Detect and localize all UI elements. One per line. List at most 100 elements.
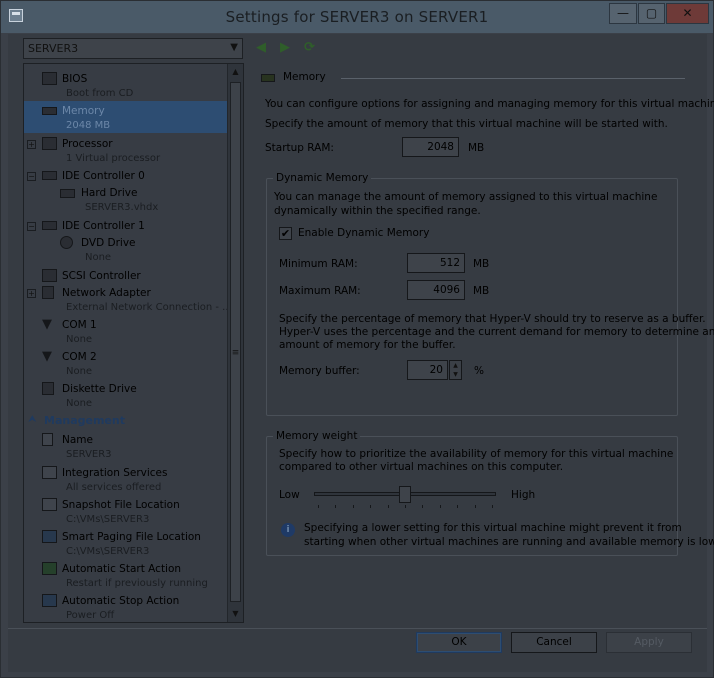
back-arrow-icon[interactable]: ◀	[256, 40, 266, 55]
cancel-button[interactable]: Cancel	[511, 632, 597, 653]
memory-weight-slider-thumb[interactable]	[399, 486, 411, 503]
network-adapter-icon	[42, 286, 54, 299]
tree-item-label: SCSI Controller	[62, 270, 141, 282]
maximum-ram-input[interactable]: 4096	[407, 280, 465, 300]
minimize-button[interactable]: —	[609, 3, 637, 24]
memory-buffer-unit: %	[474, 365, 484, 377]
title-bar[interactable]: Settings for SERVER3 on SERVER1 — ▢ ✕	[1, 1, 713, 33]
tree-item-ide1[interactable]: − IDE Controller 1	[24, 216, 228, 234]
expand-icon[interactable]: +	[27, 289, 36, 298]
maximize-button[interactable]: ▢	[638, 3, 665, 24]
tree-item-memory[interactable]: Memory 2048 MB	[24, 101, 228, 133]
tree-item-com2[interactable]: ▼ COM 2 None	[24, 347, 228, 379]
tree-item-label: Smart Paging File Location	[62, 531, 201, 543]
tree-item-label: COM 1	[62, 319, 97, 331]
tree-item-label: DVD Drive	[81, 237, 136, 249]
scroll-up-arrow-icon[interactable]: ▲	[228, 64, 243, 80]
spin-up-icon[interactable]: ▲	[450, 361, 461, 370]
tree-item-label: Network Adapter	[62, 287, 151, 299]
minimum-ram-input[interactable]: 512	[407, 253, 465, 273]
slider-tick	[318, 505, 319, 508]
tree-item-hard-drive[interactable]: Hard Drive SERVER3.vhdx	[24, 183, 228, 215]
memory-icon	[42, 107, 57, 115]
collapse-icon[interactable]: −	[27, 222, 36, 231]
refresh-icon[interactable]: ⟳	[304, 40, 315, 55]
slider-tick	[370, 505, 372, 508]
forward-arrow-icon[interactable]: ▶	[280, 40, 290, 55]
memory-intro-text: You can configure options for assigning …	[265, 98, 714, 110]
memory-settings-pane: Memory You can configure options for ass…	[255, 68, 714, 623]
dynamic-memory-group: Dynamic Memory You can manage the amount…	[266, 172, 714, 416]
ok-button[interactable]: OK	[416, 632, 502, 653]
maximum-ram-label: Maximum RAM:	[279, 285, 361, 297]
tree-item-sub: 1 Virtual processor	[66, 153, 161, 164]
tree-item-automatic-stop[interactable]: Automatic Stop Action Power Off	[24, 591, 228, 622]
tree-item-sub: SERVER3	[66, 449, 112, 460]
close-button[interactable]: ✕	[666, 3, 709, 24]
enable-dynamic-memory-label[interactable]: Enable Dynamic Memory	[298, 227, 429, 239]
tree-item-automatic-start[interactable]: Automatic Start Action Restart if previo…	[24, 559, 228, 591]
info-icon: i	[281, 523, 295, 537]
processor-icon	[42, 137, 57, 150]
diskette-icon	[42, 382, 54, 395]
tree-item-label: IDE Controller 0	[62, 170, 145, 182]
memory-buffer-spinner[interactable]: ▲ ▼	[449, 360, 462, 380]
tree-item-diskette[interactable]: Diskette Drive None	[24, 379, 228, 411]
snapshot-folder-icon	[42, 498, 57, 511]
dvd-drive-icon	[60, 236, 73, 249]
management-header-label: Management	[44, 414, 125, 427]
tree-item-dvd-drive[interactable]: DVD Drive None	[24, 233, 228, 265]
minimum-ram-label: Minimum RAM:	[279, 258, 358, 270]
memory-weight-high-label: High	[511, 489, 536, 501]
memory-section-header: Memory	[261, 71, 685, 85]
tree-item-name[interactable]: Name SERVER3	[24, 430, 228, 462]
hard-drive-icon	[60, 189, 75, 198]
com-port-icon: ▼	[42, 317, 52, 332]
tree-item-integration-services[interactable]: Integration Services All services offere…	[24, 463, 228, 495]
startup-ram-input[interactable]: 2048	[402, 137, 459, 157]
memory-header-label: Memory	[283, 71, 326, 83]
tree-item-label: Name	[62, 434, 93, 446]
maximum-ram-unit: MB	[473, 285, 490, 297]
tree-scrollbar[interactable]: ▲ ≡ ▼	[227, 64, 243, 622]
tree-item-scsi[interactable]: SCSI Controller	[24, 266, 228, 284]
management-section-header[interactable]: ⮝ Management	[24, 413, 228, 428]
scroll-down-arrow-icon[interactable]: ▼	[228, 606, 243, 622]
tree-item-sub: Power Off	[66, 610, 115, 621]
dynamic-memory-desc-2: dynamically within the specified range.	[274, 205, 481, 217]
tree-item-label: Memory	[62, 105, 105, 117]
scrollbar-thumb[interactable]	[230, 82, 241, 602]
memory-buffer-input[interactable]: 20	[407, 360, 448, 380]
double-chevron-up-icon: ⮝	[28, 414, 37, 425]
tree-item-processor[interactable]: + Processor 1 Virtual processor	[24, 134, 228, 166]
com-port-icon: ▼	[42, 349, 52, 364]
slider-tick	[405, 505, 406, 508]
tree-item-smart-paging-location[interactable]: Smart Paging File Location C:\VMs\SERVER…	[24, 527, 228, 559]
chevron-down-icon: ▼	[230, 42, 238, 53]
spin-down-icon[interactable]: ▼	[450, 370, 461, 379]
dynamic-memory-title: Dynamic Memory	[273, 172, 372, 184]
tree-item-network-adapter[interactable]: + Network Adapter External Network Conne…	[24, 283, 232, 315]
collapse-icon[interactable]: −	[27, 172, 36, 181]
memory-buffer-label: Memory buffer:	[279, 365, 360, 377]
integration-services-icon	[42, 466, 57, 479]
slider-tick	[387, 505, 389, 508]
memory-buffer-desc-2: Hyper-V uses the percentage and the curr…	[279, 326, 714, 338]
tree-item-bios[interactable]: BIOS Boot from CD	[24, 69, 228, 101]
enable-dynamic-memory-checkbox[interactable]: ✔	[279, 227, 292, 240]
settings-window: Settings for SERVER3 on SERVER1 — ▢ ✕ SE…	[0, 0, 714, 678]
tree-item-label: Snapshot File Location	[62, 499, 180, 511]
tree-item-label: Hard Drive	[81, 187, 138, 199]
tree-item-com1[interactable]: ▼ COM 1 None	[24, 315, 228, 347]
expand-icon[interactable]: +	[27, 140, 36, 149]
memory-buffer-desc-3: amount of memory for the buffer.	[279, 339, 456, 351]
automatic-stop-icon	[42, 594, 57, 607]
apply-button[interactable]: Apply	[606, 632, 692, 653]
memory-weight-desc: Specify how to prioritize the availabili…	[279, 448, 674, 460]
tree-item-ide0[interactable]: − IDE Controller 0	[24, 166, 228, 184]
tree-item-sub: C:\VMs\SERVER3	[66, 514, 150, 525]
startup-ram-unit: MB	[468, 142, 485, 154]
vm-selector-dropdown[interactable]: SERVER3 ▼	[23, 38, 243, 59]
tree-item-label: Integration Services	[62, 467, 168, 479]
tree-item-snapshot-location[interactable]: Snapshot File Location C:\VMs\SERVER3	[24, 495, 228, 527]
